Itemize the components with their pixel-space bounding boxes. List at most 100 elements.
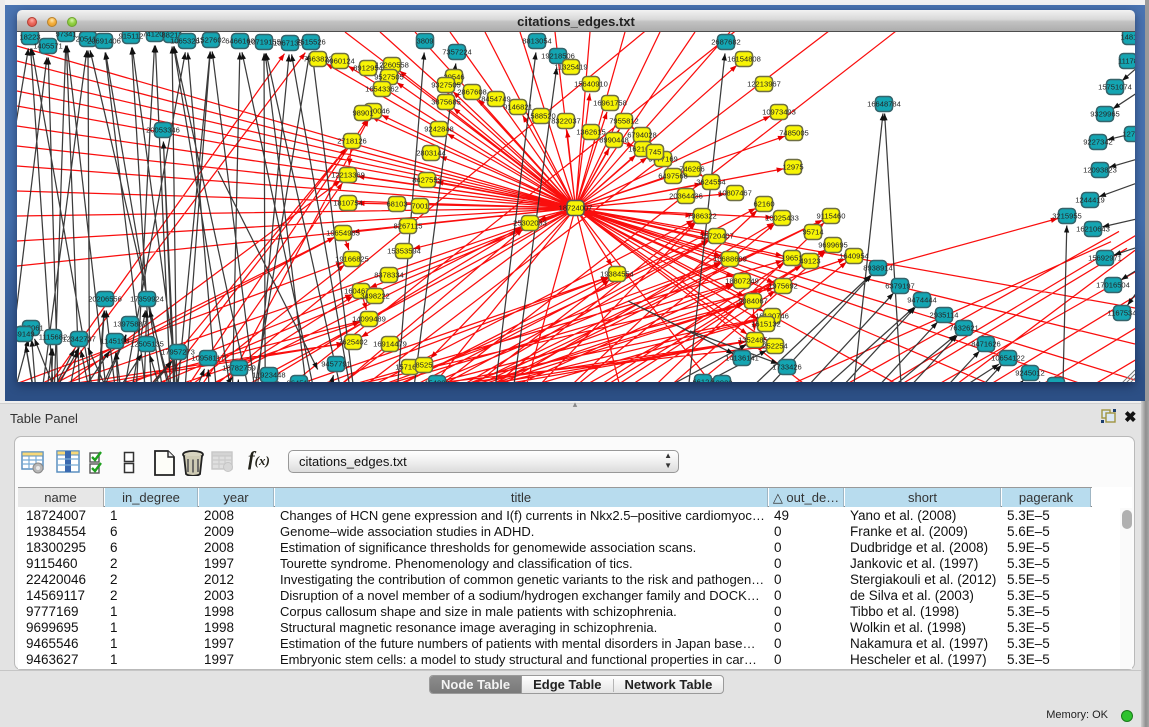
- svg-text:16914479: 16914479: [373, 339, 407, 348]
- svg-text:14812: 14812: [1120, 32, 1135, 41]
- svg-text:66124: 66124: [692, 377, 713, 382]
- svg-text:8322037: 8322037: [551, 116, 581, 125]
- svg-text:9329965: 9329965: [1090, 109, 1120, 118]
- svg-text:10025433: 10025433: [765, 213, 799, 222]
- svg-text:12093823: 12093823: [1083, 165, 1117, 174]
- svg-text:17957273: 17957273: [161, 347, 195, 356]
- svg-text:745: 745: [649, 147, 662, 156]
- svg-text:12734: 12734: [1122, 129, 1135, 138]
- svg-text:20206556: 20206556: [88, 294, 122, 303]
- svg-text:20053346: 20053346: [146, 125, 180, 134]
- svg-text:8990448: 8990448: [599, 135, 629, 144]
- svg-text:1405571: 1405571: [33, 41, 63, 50]
- svg-text:15353594: 15353594: [387, 246, 421, 255]
- svg-text:8267115: 8267115: [394, 221, 423, 230]
- svg-text:19166825: 19166825: [335, 254, 369, 263]
- svg-text:6794028: 6794028: [627, 130, 657, 139]
- svg-text:1167534: 1167534: [1108, 308, 1136, 317]
- svg-text:14136141: 14136141: [725, 353, 759, 362]
- svg-text:15720407: 15720407: [700, 231, 734, 240]
- svg-text:3809: 3809: [417, 36, 434, 45]
- svg-text:11923448: 11923448: [252, 370, 285, 379]
- svg-text:9227342: 9227342: [1083, 137, 1113, 146]
- svg-text:6497568: 6497568: [658, 171, 688, 180]
- svg-text:2687682: 2687682: [711, 37, 741, 46]
- svg-text:10807467: 10807467: [718, 188, 752, 197]
- svg-text:9527505: 9527505: [374, 72, 404, 81]
- svg-text:12975: 12975: [782, 162, 803, 171]
- svg-text:8938914: 8938914: [863, 263, 893, 272]
- svg-text:20364436: 20364436: [669, 191, 703, 200]
- svg-text:12505135: 12505135: [130, 339, 164, 348]
- svg-text:10688609: 10688609: [713, 254, 747, 263]
- svg-text:7632621: 7632621: [949, 323, 979, 332]
- svg-text:19384554: 19384554: [600, 269, 634, 278]
- svg-text:12213369: 12213369: [331, 170, 365, 179]
- svg-text:9242848: 9242848: [424, 124, 454, 133]
- svg-text:10973493: 10973493: [762, 107, 796, 116]
- svg-text:16782759: 16782759: [222, 363, 256, 372]
- svg-text:1527602: 1527602: [196, 35, 226, 44]
- svg-text:11178: 11178: [1118, 56, 1135, 65]
- svg-text:15751074: 15751074: [1098, 82, 1132, 91]
- svg-text:7955812: 7955812: [609, 116, 639, 125]
- svg-text:12260558: 12260558: [375, 60, 409, 69]
- svg-text:2718126: 2718126: [337, 136, 367, 145]
- svg-text:52110: 52110: [1046, 380, 1067, 382]
- svg-text:11325419: 11325419: [554, 62, 587, 71]
- svg-text:9115460: 9115460: [817, 211, 846, 220]
- svg-text:9457791: 9457791: [321, 359, 351, 368]
- svg-text:15692971: 15692971: [1088, 253, 1122, 262]
- svg-text:18807249: 18807249: [725, 276, 759, 285]
- svg-text:14099489: 14099489: [352, 314, 386, 323]
- svg-text:25302033: 25302033: [513, 218, 547, 227]
- svg-text:20691406: 20691406: [87, 36, 121, 45]
- svg-text:7986322: 7986322: [687, 211, 717, 220]
- svg-text:3624554: 3624554: [696, 177, 726, 186]
- svg-text:10958117: 10958117: [191, 353, 224, 362]
- svg-text:1244419: 1244419: [1075, 195, 1105, 204]
- svg-text:7485005: 7485005: [779, 128, 809, 137]
- svg-text:12342737: 12342737: [62, 334, 96, 343]
- svg-text:18223: 18223: [19, 32, 40, 41]
- svg-text:8813054: 8813054: [522, 36, 552, 45]
- svg-text:252254: 252254: [762, 341, 787, 350]
- svg-text:16961758: 16961758: [593, 98, 627, 107]
- svg-text:154002: 154002: [424, 378, 449, 382]
- svg-text:17359924: 17359924: [130, 294, 164, 303]
- svg-text:9699695: 9699695: [818, 240, 848, 249]
- svg-text:15640910: 15640910: [574, 79, 608, 88]
- svg-text:39149: 39149: [17, 329, 35, 338]
- svg-text:915112: 915112: [119, 32, 144, 40]
- svg-text:8378334: 8378334: [374, 270, 404, 279]
- svg-text:62160: 62160: [753, 199, 774, 208]
- svg-text:1640954: 1640954: [839, 251, 869, 260]
- svg-text:7515526: 7515526: [296, 37, 326, 46]
- svg-text:13975887: 13975887: [113, 319, 147, 328]
- svg-text:12213967: 12213967: [747, 79, 781, 88]
- svg-text:8471626: 8471626: [971, 339, 1001, 348]
- svg-text:95714: 95714: [802, 227, 823, 236]
- svg-text:17016504: 17016504: [1096, 280, 1130, 289]
- svg-text:1810754: 1810754: [333, 198, 363, 207]
- svg-text:49123: 49123: [799, 256, 820, 265]
- svg-text:7357224: 7357224: [442, 47, 472, 56]
- svg-text:16648784: 16648784: [867, 99, 901, 108]
- svg-text:9146821: 9146821: [503, 102, 533, 111]
- svg-text:1733426: 1733426: [772, 362, 802, 371]
- svg-text:16543362: 16543362: [365, 84, 399, 93]
- svg-text:7625402: 7625402: [338, 337, 368, 346]
- svg-text:2935114: 2935114: [930, 310, 959, 319]
- svg-text:3875685: 3875685: [431, 97, 461, 106]
- svg-text:1975692: 1975692: [768, 281, 798, 290]
- svg-text:2803144: 2803144: [416, 148, 446, 157]
- svg-text:98901: 98901: [352, 108, 373, 117]
- svg-text:68103: 68103: [386, 199, 407, 208]
- svg-text:6379197: 6379197: [885, 281, 915, 290]
- svg-text:97341: 97341: [55, 32, 76, 38]
- svg-text:9084067: 9084067: [738, 296, 768, 305]
- svg-text:19654985: 19654985: [326, 228, 360, 237]
- svg-text:8960124: 8960124: [325, 56, 355, 65]
- svg-text:9245012: 9245012: [1015, 368, 1045, 377]
- svg-text:3498222: 3498222: [360, 291, 390, 300]
